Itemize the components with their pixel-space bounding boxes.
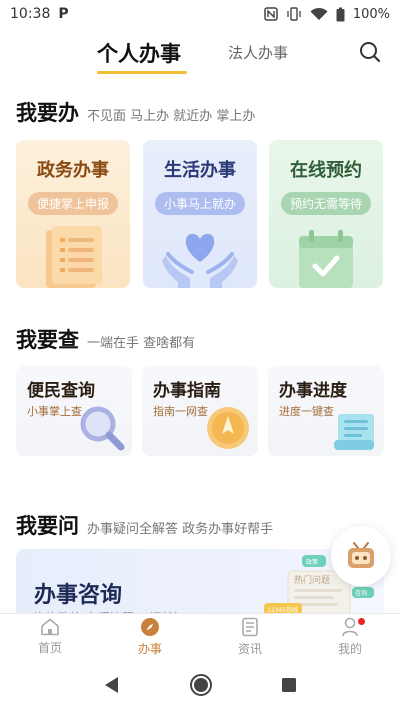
card-online-booking[interactable]: 在线预约 预约无需等待 [269,140,383,288]
card-service-guide[interactable]: 办事指南 指南一网查 [142,366,258,456]
card-subtitle: 进度一键查 [279,405,334,418]
nav-mine[interactable]: 我的 [300,614,400,659]
battery-percent: 100% [352,6,390,22]
wifi-icon [310,7,328,20]
notification-dot [358,618,365,625]
section-ask-title: 我要问 [16,513,79,538]
nav-label: 资讯 [237,641,262,656]
status-time: 10:38 [10,6,51,22]
section-do-subtitle: 不见面 马上办 就近办 掌上办 [87,109,256,124]
card-title: 在线预约 [290,160,362,181]
document-icon [46,226,102,288]
tab-personal[interactable]: 个人办事 [97,38,181,68]
section-query-subtitle: 一端在手 查啥都有 [87,336,196,351]
card-service-progress[interactable]: 办事进度 进度一键查 [268,366,384,456]
section-ask-header: 我要问 办事疑问全解答 政务办事好帮手 [16,510,273,540]
user-icon [342,617,358,636]
app-notification-icon: P [58,6,69,22]
card-title: 办事进度 [279,381,347,401]
battery-icon [336,7,345,21]
status-bar: 10:38 P 100% [0,0,400,28]
compass-icon [207,407,249,449]
card-gov-affairs[interactable]: 政务办事 便捷掌上申报 [16,140,130,288]
illus-tag-consult: 咨询 [355,589,367,597]
nav-label: 我的 [337,641,362,656]
card-pill: 便捷掌上申报 [27,192,119,215]
card-pill: 小事马上就办 [154,192,246,215]
magnifier-icon [80,406,125,451]
scroll-document-icon [334,414,374,450]
card-title: 生活办事 [164,160,236,181]
recents-icon[interactable] [281,677,297,693]
section-query-header: 我要查 一端在手 查啥都有 [16,324,195,354]
card-convenience-query[interactable]: 便民查询 小事掌上查 [16,366,132,456]
tab-legal[interactable]: 法人办事 [228,42,288,63]
consult-title: 办事咨询 [34,583,123,608]
section-do-header: 我要办 不见面 马上办 就近办 掌上办 [16,97,255,127]
home-icon [41,618,59,635]
vibrate-icon [287,7,301,21]
illus-tag-policy: 政策 [306,558,318,566]
search-icon[interactable] [358,40,382,64]
news-icon [242,617,258,636]
nav-label: 首页 [37,640,62,655]
card-title: 办事指南 [153,381,221,401]
heart-hands-icon [162,233,238,288]
card-subtitle: 指南一网查 [153,405,208,418]
illus-hot-label: 热门问题 [294,574,330,586]
robot-icon [348,542,374,568]
section-ask-subtitle: 办事疑问全解答 政务办事好帮手 [87,522,274,537]
nav-label: 办事 [137,641,162,656]
system-navigation-bar [0,659,400,711]
home-circle-icon[interactable] [189,673,213,697]
card-title: 便民查询 [27,381,95,401]
header: 个人办事 法人办事 [0,28,400,80]
back-icon[interactable] [103,676,121,694]
card-life-affairs[interactable]: 生活办事 小事马上就办 [143,140,257,288]
nav-home[interactable]: 首页 [0,614,100,659]
assistant-robot-button[interactable] [331,526,391,586]
active-tab-indicator [97,71,187,74]
section-do-title: 我要办 [16,100,79,125]
section-query-title: 我要查 [16,327,79,352]
nav-services[interactable]: 办事 [100,614,200,659]
card-subtitle: 小事掌上查 [27,405,82,418]
bottom-navigation: 首页 办事 资讯 我的 [0,613,400,659]
compass-icon [141,617,159,636]
card-title: 政务办事 [37,160,109,181]
nfc-icon [264,7,278,21]
nav-news[interactable]: 资讯 [200,614,300,659]
card-pill: 预约无需等待 [280,192,372,215]
calendar-check-icon [299,230,353,288]
